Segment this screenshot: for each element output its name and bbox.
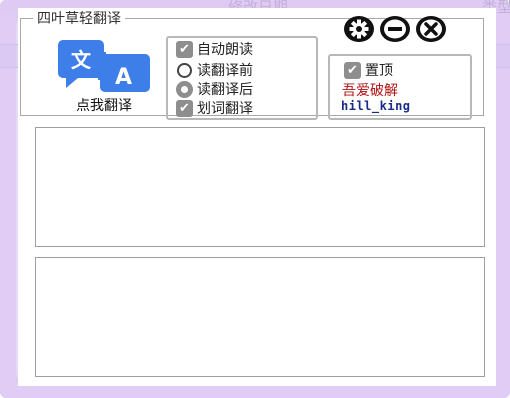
translate-icon[interactable]: 文 A (58, 40, 150, 92)
option-read-before[interactable]: 读翻译前 (176, 61, 253, 79)
option-read-after-label: 读翻译后 (197, 82, 253, 98)
brand-label: 吾爱破解 (342, 83, 398, 99)
option-read-after[interactable]: 读翻译后 (176, 80, 253, 98)
radio-selected-icon[interactable] (176, 80, 193, 98)
radio-unselected-icon[interactable] (177, 62, 192, 78)
minimize-button[interactable] (378, 14, 412, 44)
checkbox-checked-icon[interactable]: ✔ (176, 99, 193, 117)
checkbox-checked-icon[interactable]: ✔ (344, 61, 361, 79)
author-label: hill_king (341, 99, 411, 113)
settings-button[interactable] (342, 14, 376, 44)
translate-button[interactable]: 点我翻译 (58, 95, 150, 115)
option-selection-translate-label: 划词翻译 (197, 101, 253, 117)
close-icon (416, 16, 446, 42)
pin-on-top-label: 置顶 (365, 63, 393, 79)
option-selection-translate[interactable]: ✔ 划词翻译 (176, 99, 253, 117)
option-auto-read[interactable]: ✔ 自动朗读 (176, 40, 253, 58)
option-auto-read-label: 自动朗读 (197, 42, 253, 58)
window-controls (342, 14, 448, 44)
svg-text:文: 文 (71, 48, 92, 72)
pin-on-top-option[interactable]: ✔ 置顶 (344, 60, 393, 80)
group-title: 四叶草轻翻译 (37, 11, 121, 27)
settings-icon (344, 16, 374, 42)
minimize-icon (380, 16, 410, 42)
close-button[interactable] (414, 14, 448, 44)
svg-text:A: A (115, 65, 132, 90)
option-read-before-label: 读翻译前 (197, 63, 253, 79)
checkbox-checked-icon[interactable]: ✔ (176, 40, 193, 58)
result-text-output[interactable] (35, 257, 485, 377)
source-text-input[interactable] (35, 127, 485, 247)
